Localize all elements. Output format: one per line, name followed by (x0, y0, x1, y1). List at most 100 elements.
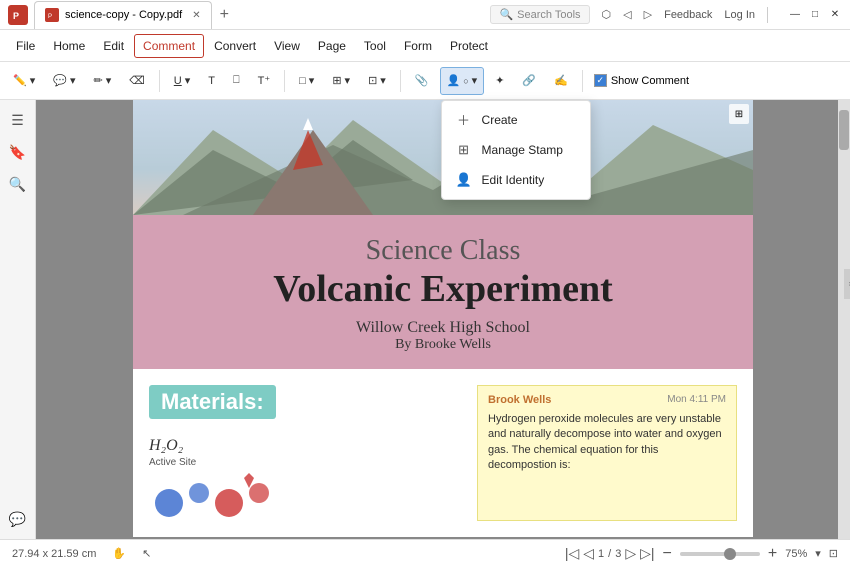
sidebar-icon-search[interactable]: 🔍 (4, 170, 32, 198)
plus-icon: ＋ (456, 112, 472, 128)
menu-form[interactable]: Form (396, 35, 440, 57)
menu-comment[interactable]: Comment (134, 34, 204, 58)
scrollbar-thumb[interactable] (839, 110, 849, 150)
titlebar-tabs: P P science-copy - Copy.pdf ✕ + (8, 0, 490, 29)
shape-dropdown-btn[interactable]: □ ▾ (292, 67, 321, 95)
comment-dropdown-btn[interactable]: 💬 ▾ (46, 67, 82, 95)
page-nav: |◁ ◁ 1 / 3 ▷ ▷| (565, 545, 655, 562)
login-button[interactable]: Log In (724, 9, 755, 21)
menu-edit[interactable]: Edit (95, 35, 132, 57)
forward-icon[interactable]: ▷ (644, 8, 652, 21)
app-icon: P (8, 5, 28, 25)
pencil-dropdown-btn[interactable]: ✏ ▾ (86, 67, 118, 95)
page-subtitle: Willow Creek High School (143, 319, 743, 337)
external-link-icon[interactable]: ⬡ (602, 8, 612, 21)
menu-page[interactable]: Page (310, 35, 354, 57)
highlight-icon: ✦ (495, 74, 504, 87)
insert-text-btn[interactable]: T⁺ (251, 67, 278, 95)
page-total: 3 (615, 548, 621, 560)
measure-icon: ⊞ (332, 74, 341, 87)
link-icon: 🔗 (522, 74, 536, 87)
materials-label: Materials: (149, 385, 276, 419)
annotation-dropdown-btn[interactable]: ✏️ ▾ (6, 67, 42, 95)
text-btn[interactable]: T (201, 67, 222, 95)
first-page-btn[interactable]: |◁ (565, 545, 579, 562)
attach-btn[interactable]: 📎 (408, 67, 436, 95)
sep3 (400, 70, 401, 92)
window-controls: — □ ✕ (788, 8, 842, 22)
page-bottom-section: Materials: H₂O₂ Active Site (133, 369, 753, 537)
area-dropdown-btn[interactable]: ⊡ ▾ (361, 67, 393, 95)
page-current: 1 (598, 548, 604, 560)
page-corner-btn[interactable]: ⊞ (729, 104, 749, 124)
measure-dropdown-btn[interactable]: ⊞ ▾ (325, 67, 357, 95)
formula-text: H₂O₂ (149, 437, 461, 455)
statusbar: 27.94 x 21.59 cm ✋ ↖ |◁ ◁ 1 / 3 ▷ ▷| − +… (0, 539, 850, 567)
prev-page-btn[interactable]: ◁ (583, 545, 594, 562)
back-icon[interactable]: ◁ (623, 8, 631, 21)
page-separator: / (608, 548, 611, 560)
feedback-button[interactable]: Feedback (664, 9, 712, 21)
last-page-btn[interactable]: ▷| (640, 545, 654, 562)
tab-label: science-copy - Copy.pdf (65, 9, 182, 21)
select-tool-icon[interactable]: ↖ (142, 547, 151, 560)
zoom-out-btn[interactable]: − (663, 545, 672, 563)
sidebar-collapse-handle[interactable]: › (844, 269, 850, 299)
dropdown-manage-stamp[interactable]: ⊞ Manage Stamp (442, 135, 590, 165)
stamp-dropdown-btn[interactable]: 👤 ○ ▾ ＋ Create ⊞ Manage Stamp 👤 Edit Ide… (440, 67, 485, 95)
grid-icon: ⊞ (456, 142, 472, 158)
dropdown-create[interactable]: ＋ Create (442, 105, 590, 135)
active-tab[interactable]: P science-copy - Copy.pdf ✕ (34, 1, 212, 29)
sidebar-icon-bookmark[interactable]: 🔖 (4, 138, 32, 166)
sidebar-icon-menu[interactable]: ☰ (4, 106, 32, 134)
zoom-slider[interactable] (680, 552, 760, 556)
show-comment-checkbox[interactable] (594, 74, 607, 87)
menubar: File Home Edit Comment Convert View Page… (0, 30, 850, 62)
dropdown-edit-identity[interactable]: 👤 Edit Identity (442, 165, 590, 195)
next-page-btn[interactable]: ▷ (625, 545, 636, 562)
menu-tool[interactable]: Tool (356, 35, 394, 57)
menu-view[interactable]: View (266, 35, 308, 57)
shape-arrow: ▾ (309, 74, 315, 87)
menu-file[interactable]: File (8, 35, 43, 57)
close-window-button[interactable]: ✕ (828, 8, 842, 22)
fit-page-btn[interactable]: ⊡ (829, 547, 838, 560)
page-title-top: Science Class (143, 235, 743, 267)
show-comment-area: Show Comment (594, 74, 689, 87)
main-area: ☰ 🔖 🔍 💬 › (0, 100, 850, 539)
menu-protect[interactable]: Protect (442, 35, 496, 57)
signature-btn[interactable]: ✍ (547, 67, 575, 95)
callout-btn[interactable]: ⎕ (226, 67, 247, 95)
shape-icon: □ (299, 75, 306, 87)
tab-close-button[interactable]: ✕ (192, 10, 200, 21)
text-icon: T (208, 75, 215, 87)
search-tools-input[interactable]: 🔍 Search Tools (490, 5, 589, 24)
maximize-button[interactable]: □ (808, 8, 822, 22)
eraser-icon: ⌫ (129, 74, 145, 87)
page-author: By Brooke Wells (143, 337, 743, 353)
scrollbar-track[interactable] (838, 100, 850, 539)
eraser-btn[interactable]: ⌫ (122, 67, 152, 95)
statusbar-right: |◁ ◁ 1 / 3 ▷ ▷| − + 75% ▾ ⊡ (565, 545, 838, 563)
sidebar-icon-comment[interactable]: 💬 (4, 505, 32, 533)
zoom-dropdown-arrow[interactable]: ▾ (815, 547, 821, 560)
show-comment-label: Show Comment (611, 75, 689, 87)
minimize-button[interactable]: — (788, 8, 802, 22)
link-btn[interactable]: 🔗 (515, 67, 543, 95)
sep1 (159, 70, 160, 92)
page-title-main: Volcanic Experiment (143, 267, 743, 311)
comment-time: Mon 4:11 PM (667, 394, 726, 406)
menu-convert[interactable]: Convert (206, 35, 264, 57)
annotation-icon: ✏️ (13, 74, 27, 87)
highlight-btn[interactable]: ✦ (488, 67, 511, 95)
zoom-in-btn[interactable]: + (768, 545, 777, 563)
comment-icon: 💬 (53, 74, 67, 87)
callout-icon: ⎕ (233, 74, 240, 87)
separator-line (767, 7, 768, 23)
new-tab-button[interactable]: + (212, 6, 237, 24)
page-title-section: Science Class Volcanic Experiment Willow… (133, 215, 753, 369)
hand-tool-icon[interactable]: ✋ (112, 547, 126, 560)
menu-home[interactable]: Home (45, 35, 93, 57)
sep2 (284, 70, 285, 92)
underline-dropdown-btn[interactable]: U ▾ (167, 67, 197, 95)
